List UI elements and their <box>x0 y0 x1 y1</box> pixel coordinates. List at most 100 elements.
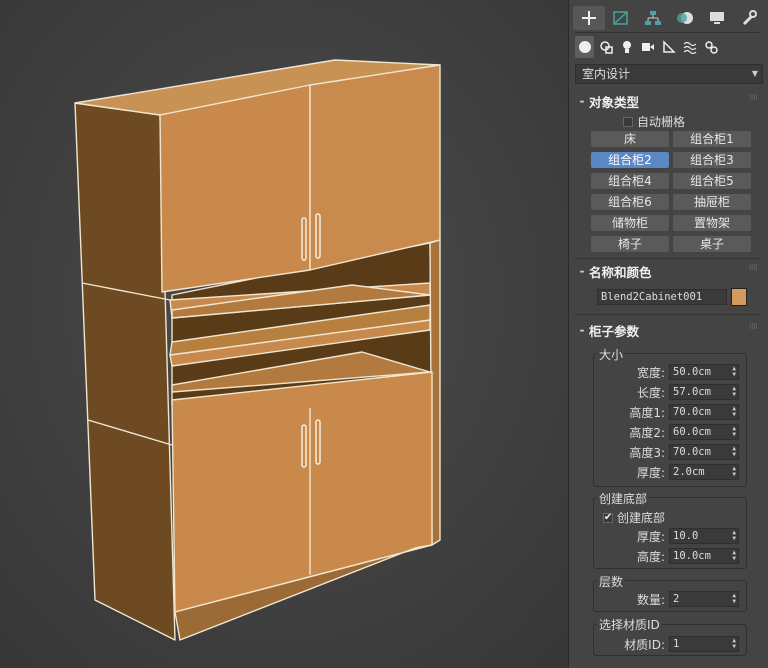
base-group-title: 创建底部 <box>597 490 650 507</box>
cameras-icon[interactable] <box>638 36 657 58</box>
rollout-divider <box>575 258 761 259</box>
height2-spinner[interactable]: 60.0cm ▲ ▼ <box>669 424 739 440</box>
height2-label: 高度2: <box>629 426 665 440</box>
material-id-value: 1 <box>673 638 680 650</box>
cabinet-params-title: 柜子参数 <box>589 323 640 339</box>
height2-value: 60.0cm <box>673 426 711 438</box>
object-button[interactable]: 组合柜3 <box>673 152 751 168</box>
spinner-arrows-icon[interactable]: ▲ ▼ <box>732 386 736 398</box>
cabinet-params-rollout-header[interactable]: - 柜子参数 ⠿⠿ <box>575 321 761 339</box>
autogrid-label: 自动栅格 <box>637 115 686 129</box>
category-dropdown[interactable]: 室内设计 ▼ <box>575 64 763 84</box>
size-group-title: 大小 <box>597 346 626 363</box>
material-group-title: 选择材质ID <box>597 616 662 633</box>
collapse-icon: - <box>579 94 585 108</box>
height3-label: 高度3: <box>629 446 665 460</box>
tabs-divider <box>575 32 761 33</box>
base-thickness-value: 10.0 <box>673 530 699 542</box>
object-button-selected[interactable]: 组合柜2 <box>591 152 669 168</box>
cabinet-model[interactable] <box>0 0 568 668</box>
motion-icon[interactable] <box>669 6 701 30</box>
spinner-arrows-icon[interactable]: ▲ ▼ <box>732 426 736 438</box>
grip-icon: ⠿⠿ <box>748 264 758 272</box>
command-panel: 室内设计 ▼ - 对象类型 ⠿⠿ 自动栅格 床 组合柜1 组合柜2 组合柜3 组… <box>568 0 768 668</box>
width-value: 50.0cm <box>673 366 711 378</box>
object-button[interactable]: 组合柜6 <box>591 194 669 210</box>
spinner-arrows-icon[interactable]: ▲ ▼ <box>732 446 736 458</box>
thickness-value: 2.0cm <box>673 466 705 478</box>
modify-icon[interactable] <box>605 6 637 30</box>
layer-count-label: 数量: <box>636 593 665 607</box>
collapse-icon: - <box>579 323 585 337</box>
spinner-arrows-icon[interactable]: ▲ ▼ <box>732 593 736 605</box>
object-type-rollout-header[interactable]: - 对象类型 ⠿⠿ <box>575 92 761 110</box>
geometry-icon[interactable] <box>575 36 594 58</box>
object-button[interactable]: 储物柜 <box>591 215 669 231</box>
hierarchy-icon[interactable] <box>637 6 669 30</box>
create-icon[interactable] <box>573 6 605 30</box>
object-button[interactable]: 组合柜1 <box>673 131 751 147</box>
create-base-checkbox[interactable]: ✔ 创建底部 <box>603 509 665 526</box>
object-button[interactable]: 桌子 <box>673 236 751 252</box>
object-button[interactable]: 组合柜5 <box>673 173 751 189</box>
main-tabs <box>573 6 765 32</box>
object-type-title: 对象类型 <box>589 94 640 110</box>
base-height-label: 高度: <box>636 550 665 564</box>
thickness-label: 厚度: <box>636 466 665 480</box>
layer-count-spinner[interactable]: 2 ▲ ▼ <box>669 591 739 607</box>
object-button[interactable]: 置物架 <box>673 215 751 231</box>
category-value: 室内设计 <box>582 67 631 81</box>
material-id-label: 材质ID: <box>624 638 665 652</box>
autogrid-checkbox[interactable]: 自动栅格 <box>623 113 685 130</box>
spinner-arrows-icon[interactable]: ▲ ▼ <box>732 550 736 562</box>
object-button[interactable]: 组合柜4 <box>591 173 669 189</box>
rollout-divider <box>575 314 761 315</box>
base-thickness-label: 厚度: <box>636 530 665 544</box>
grip-icon: ⠿⠿ <box>748 94 758 102</box>
material-id-spinner[interactable]: 1 ▲ ▼ <box>669 636 739 652</box>
grip-icon: ⠿⠿ <box>748 323 758 331</box>
sub-tabs <box>575 36 720 60</box>
chevron-down-icon: ▼ <box>751 69 758 78</box>
width-label: 宽度: <box>636 366 665 380</box>
length-label: 长度: <box>636 386 665 400</box>
collapse-icon: - <box>579 264 585 278</box>
object-button[interactable]: 椅子 <box>591 236 669 252</box>
layer-count-value: 2 <box>673 593 680 605</box>
systems-icon[interactable] <box>701 36 720 58</box>
height1-label: 高度1: <box>629 406 665 420</box>
base-height-spinner[interactable]: 10.0cm ▲ ▼ <box>669 548 739 564</box>
base-thickness-spinner[interactable]: 10.0 ▲ ▼ <box>669 528 739 544</box>
width-spinner[interactable]: 50.0cm ▲ ▼ <box>669 364 739 380</box>
height1-value: 70.0cm <box>673 406 711 418</box>
height1-spinner[interactable]: 70.0cm ▲ ▼ <box>669 404 739 420</box>
object-name-input[interactable]: Blend2Cabinet001 <box>597 289 727 305</box>
length-spinner[interactable]: 57.0cm ▲ ▼ <box>669 384 739 400</box>
shapes-icon[interactable] <box>596 36 615 58</box>
autogrid-checkbox-box[interactable] <box>623 116 633 127</box>
height3-value: 70.0cm <box>673 446 711 458</box>
lights-icon[interactable] <box>617 36 636 58</box>
base-height-value: 10.0cm <box>673 550 711 562</box>
object-color-swatch[interactable] <box>731 288 747 306</box>
spinner-arrows-icon[interactable]: ▲ ▼ <box>732 638 736 650</box>
length-value: 57.0cm <box>673 386 711 398</box>
create-base-label: 创建底部 <box>617 511 666 525</box>
spinner-arrows-icon[interactable]: ▲ ▼ <box>732 406 736 418</box>
name-color-title: 名称和颜色 <box>589 264 652 280</box>
spinner-arrows-icon[interactable]: ▲ ▼ <box>732 530 736 542</box>
spacewarps-icon[interactable] <box>680 36 699 58</box>
viewport[interactable] <box>0 0 568 668</box>
utilities-icon[interactable] <box>733 6 765 30</box>
object-button[interactable]: 床 <box>591 131 669 147</box>
spinner-arrows-icon[interactable]: ▲ ▼ <box>732 366 736 378</box>
height3-spinner[interactable]: 70.0cm ▲ ▼ <box>669 444 739 460</box>
spinner-arrows-icon[interactable]: ▲ ▼ <box>732 466 736 478</box>
thickness-spinner[interactable]: 2.0cm ▲ ▼ <box>669 464 739 480</box>
object-button[interactable]: 抽屉柜 <box>673 194 751 210</box>
display-icon[interactable] <box>701 6 733 30</box>
layers-group-title: 层数 <box>597 573 626 590</box>
helpers-icon[interactable] <box>659 36 678 58</box>
name-color-rollout-header[interactable]: - 名称和颜色 ⠿⠿ <box>575 262 761 280</box>
checkmark-icon[interactable]: ✔ <box>603 512 613 523</box>
